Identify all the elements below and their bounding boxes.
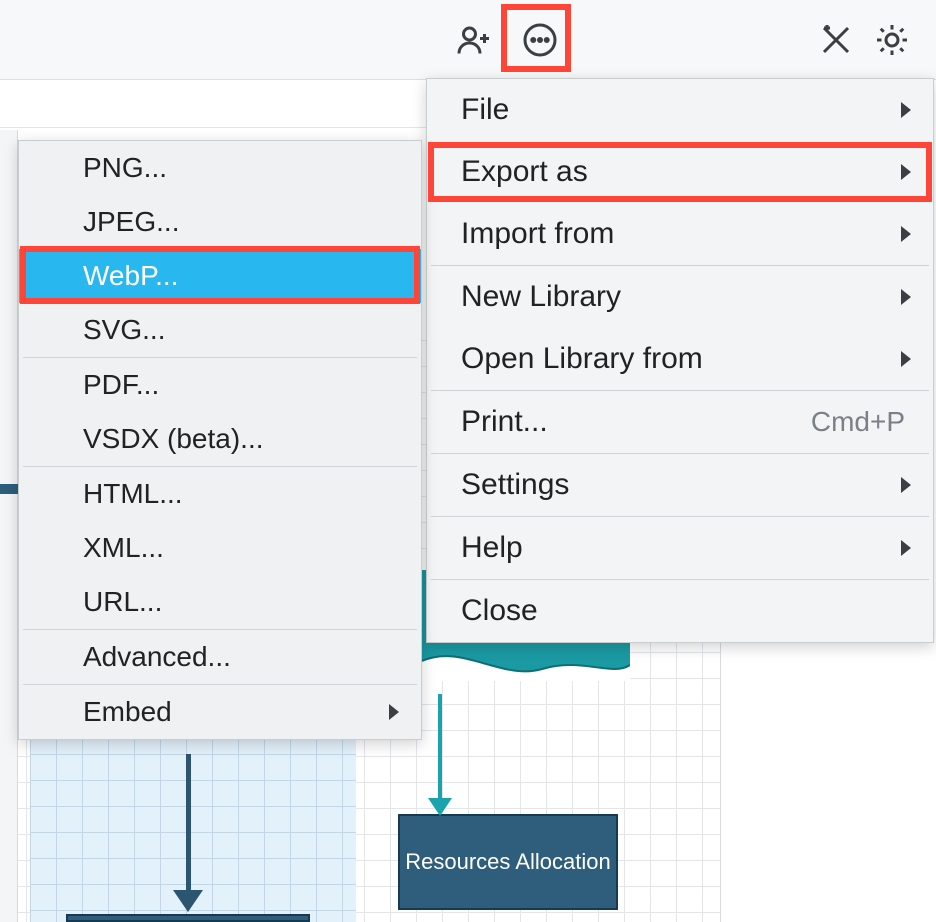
chevron-right-icon [901,226,911,242]
ruler-marker [0,484,18,494]
menu-item-print[interactable]: Print... Cmd+P [427,391,933,453]
menu-label: VSDX (beta)... [83,423,264,455]
export-url[interactable]: URL... [19,575,421,629]
shape-label: Resources Allocation [405,848,610,876]
menu-label: WebP... [83,260,178,292]
menu-label: Import from [461,217,614,251]
menu-label: Settings [461,468,569,502]
sun-icon [874,22,910,58]
chevron-right-icon [901,102,911,118]
chevron-right-icon [901,351,911,367]
menu-label: PNG... [83,152,167,184]
menu-item-import-from[interactable]: Import from [427,203,933,265]
menu-item-open-library-from[interactable]: Open Library from [427,328,933,390]
menu-label: Open Library from [461,342,703,376]
chevron-right-icon [901,164,911,180]
menu-label: JPEG... [83,206,179,238]
diagram-process-shape[interactable]: Resources Allocation [398,814,618,910]
arrow-head-dark [173,890,203,912]
menu-label: Embed [83,696,172,728]
diagram-process-shape-partial[interactable] [66,914,310,922]
export-webp[interactable]: WebP... [19,249,421,303]
more-menu-button[interactable] [518,18,562,62]
menu-label: XML... [83,532,164,564]
menu-label: Help [461,531,523,565]
export-html[interactable]: HTML... [19,467,421,521]
menu-label: File [461,93,509,127]
main-menu: File Export as Import from New Library O… [426,78,934,643]
menu-label: URL... [83,586,162,618]
export-vsdx[interactable]: VSDX (beta)... [19,412,421,466]
document-wave [422,651,630,681]
menu-label: Close [461,594,538,628]
export-xml[interactable]: XML... [19,521,421,575]
magic-wand-icon [818,22,854,58]
menu-item-settings[interactable]: Settings [427,454,933,516]
menu-item-file[interactable]: File [427,79,933,141]
menu-label: Print... [461,405,548,439]
chevron-right-icon [901,477,911,493]
menu-label: SVG... [83,314,165,346]
vertical-ruler [0,130,18,922]
menu-item-new-library[interactable]: New Library [427,266,933,328]
top-toolbar [0,0,936,80]
theme-toggle-button[interactable] [870,18,914,62]
chevron-right-icon [389,704,399,720]
export-jpeg[interactable]: JPEG... [19,195,421,249]
export-svg[interactable]: SVG... [19,303,421,357]
menu-item-close[interactable]: Close [427,580,933,642]
chevron-right-icon [901,540,911,556]
share-button[interactable] [452,18,496,62]
export-advanced[interactable]: Advanced... [19,630,421,684]
menu-label: Export as [461,155,588,189]
menu-label: HTML... [83,478,183,510]
add-user-icon [456,22,492,58]
arrow-head-teal [428,798,452,816]
menu-label: New Library [461,280,621,314]
connector-dark[interactable] [186,754,191,894]
export-embed[interactable]: Embed [19,685,421,739]
smart-apply-button[interactable] [814,18,858,62]
menu-item-help[interactable]: Help [427,517,933,579]
menu-label: PDF... [83,369,159,401]
more-icon [522,22,558,58]
connector-teal[interactable] [438,694,442,802]
chevron-right-icon [901,289,911,305]
menu-item-export-as[interactable]: Export as [427,141,933,203]
export-png[interactable]: PNG... [19,141,421,195]
export-as-submenu: PNG... JPEG... WebP... SVG... PDF... VSD… [18,140,422,740]
menu-label: Advanced... [83,641,231,673]
export-pdf[interactable]: PDF... [19,358,421,412]
menu-shortcut: Cmd+P [811,406,905,438]
